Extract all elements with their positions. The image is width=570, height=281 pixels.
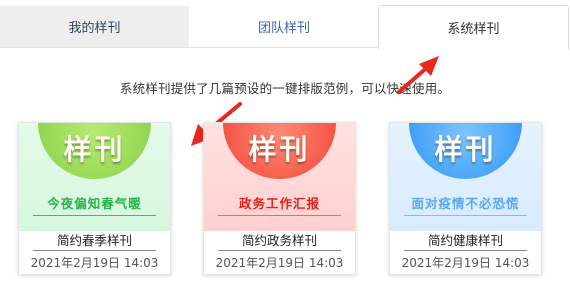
tab-system-samples[interactable]: 系统样刊 <box>378 5 569 49</box>
sample-thumbnail: 样刊 面对疫情不必恐慌 <box>390 123 541 231</box>
sample-title: 简约健康样刊 <box>390 231 541 251</box>
title-underline <box>404 250 527 251</box>
tab-bar: 我的样刊 团队样刊 系统样刊 <box>0 0 570 49</box>
sample-title: 简约春季样刊 <box>19 231 170 251</box>
sample-thumbnail: 样刊 今夜偏知春气暖 <box>19 123 170 231</box>
sample-badge: 样刊 <box>434 133 497 166</box>
sample-thumbnail: 样刊 政务工作汇报 <box>204 123 355 231</box>
sample-card-government[interactable]: 样刊 政务工作汇报 简约政务样刊 2021年2月19日 14:03 <box>203 122 356 275</box>
annotation-arrow-icon <box>397 56 439 94</box>
sample-date: 2021年2月19日 14:03 <box>30 256 159 270</box>
subtitle-divider <box>218 215 341 216</box>
sample-date: 2021年2月19日 14:03 <box>215 256 344 270</box>
tab-team-samples[interactable]: 团队样刊 <box>189 6 379 47</box>
subtitle-divider <box>404 215 527 216</box>
title-underline <box>33 250 156 251</box>
sample-title: 简约政务样刊 <box>204 231 355 251</box>
tab-divider <box>0 47 379 48</box>
sample-date: 2021年2月19日 14:03 <box>401 256 530 270</box>
tab-my-samples[interactable]: 我的样刊 <box>0 6 189 47</box>
sample-badge: 样刊 <box>63 133 126 166</box>
sample-subtitle: 今夜偏知春气暖 <box>47 196 142 211</box>
sample-subtitle: 政务工作汇报 <box>238 196 320 211</box>
sample-subtitle: 面对疫情不必恐慌 <box>411 196 520 211</box>
sample-card-spring[interactable]: 样刊 今夜偏知春气暖 简约春季样刊 2021年2月19日 14:03 <box>18 122 171 275</box>
sample-badge: 样刊 <box>248 133 311 166</box>
title-underline <box>218 250 341 251</box>
subtitle-divider <box>33 215 156 216</box>
sample-card-health[interactable]: 样刊 面对疫情不必恐慌 简约健康样刊 2021年2月19日 14:03 <box>389 122 542 275</box>
system-samples-notice: 系统样刊提供了几篇预设的一键排版范例，可以快速使用。 <box>119 81 451 96</box>
